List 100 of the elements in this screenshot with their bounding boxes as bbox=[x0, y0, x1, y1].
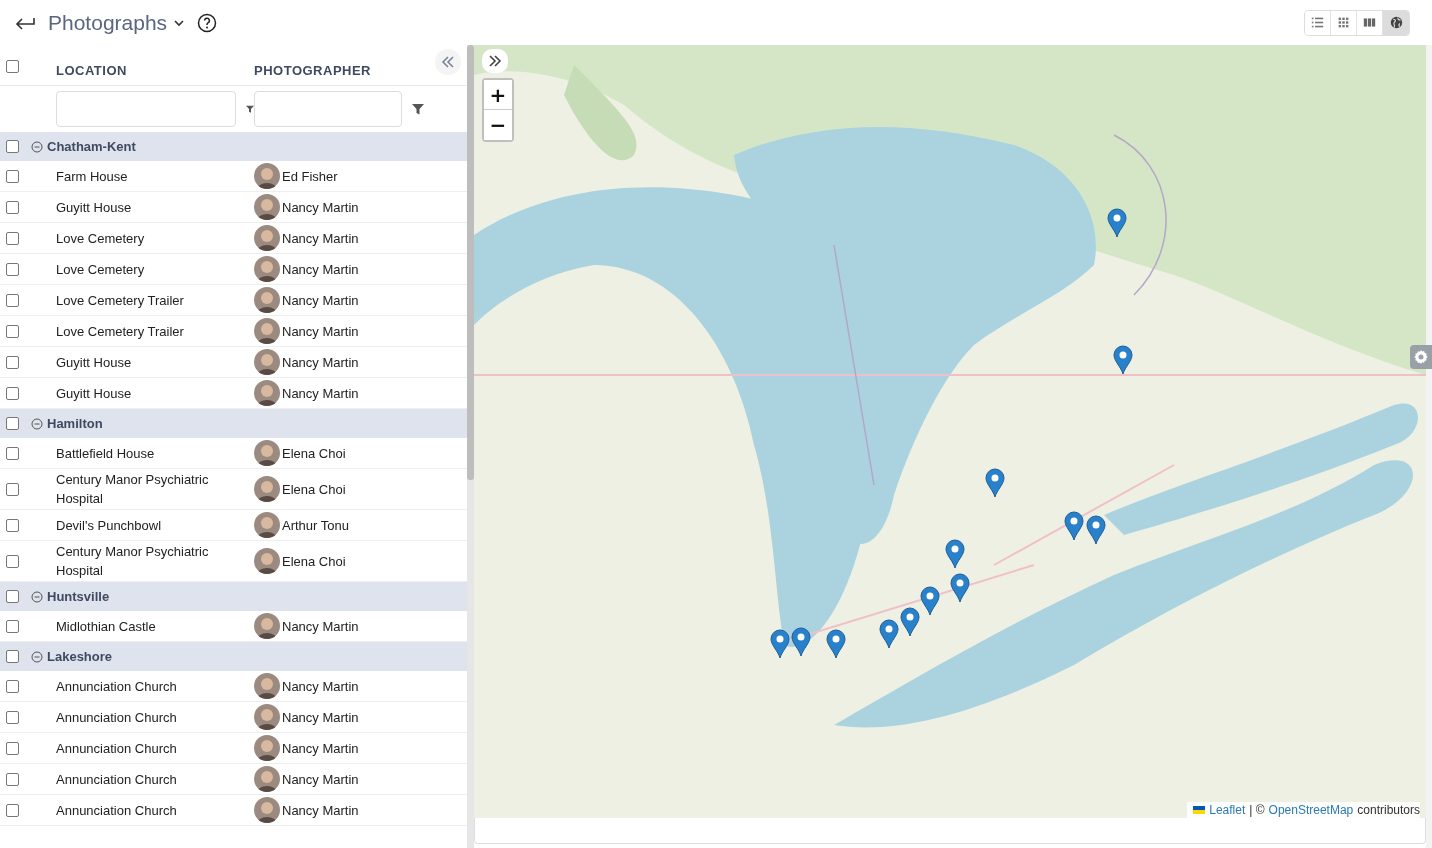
settings-button[interactable] bbox=[1410, 345, 1432, 369]
avatar bbox=[254, 673, 280, 699]
table-cell-text: Guyitt House bbox=[55, 353, 133, 372]
checkbox[interactable] bbox=[6, 650, 19, 663]
checkbox[interactable] bbox=[6, 140, 19, 153]
scrollbar-thumb[interactable] bbox=[467, 45, 474, 480]
map-marker-icon[interactable] bbox=[945, 539, 965, 569]
map-marker-icon[interactable] bbox=[985, 468, 1005, 498]
column-header[interactable]: PHOTOGRAPHER bbox=[254, 52, 404, 78]
collapse-icon[interactable] bbox=[31, 590, 43, 603]
group-name: Hamilton bbox=[47, 416, 103, 431]
photographer-name: Nancy Martin bbox=[282, 322, 359, 341]
map-marker-icon[interactable] bbox=[900, 607, 920, 637]
checkbox[interactable] bbox=[6, 772, 19, 786]
globe-icon bbox=[1389, 16, 1403, 29]
photographer-name: Arthur Tonu bbox=[282, 516, 349, 535]
filter-field[interactable] bbox=[56, 91, 236, 127]
checkbox[interactable] bbox=[6, 446, 19, 460]
map-marker-icon[interactable] bbox=[1107, 208, 1127, 238]
photographer-name: Nancy Martin bbox=[282, 260, 359, 279]
collapse-icon[interactable] bbox=[31, 650, 43, 663]
attribution-link[interactable]: Leaflet bbox=[1209, 803, 1246, 817]
checkbox[interactable] bbox=[6, 518, 19, 532]
group-name: Chatham-Kent bbox=[47, 139, 136, 154]
map-marker-icon[interactable] bbox=[920, 586, 940, 616]
expand-panel-button[interactable] bbox=[482, 49, 508, 73]
avatar bbox=[254, 512, 280, 538]
checkbox[interactable] bbox=[6, 200, 19, 214]
back-arrow-icon[interactable] bbox=[14, 15, 36, 30]
checkbox[interactable] bbox=[6, 355, 19, 369]
photographer-name: Nancy Martin bbox=[282, 770, 359, 789]
grid-icon bbox=[1337, 16, 1350, 29]
checkbox[interactable] bbox=[6, 262, 19, 276]
view-toggle-button[interactable] bbox=[1383, 10, 1409, 35]
avatar bbox=[254, 766, 280, 792]
avatar bbox=[254, 797, 280, 823]
checkbox[interactable] bbox=[6, 60, 19, 73]
photographer-name: Ed Fisher bbox=[282, 167, 338, 186]
avatar bbox=[254, 548, 280, 574]
columns-icon bbox=[1363, 16, 1376, 29]
help-icon[interactable] bbox=[197, 12, 218, 33]
checkbox[interactable] bbox=[6, 169, 19, 183]
photographer-name: Elena Choi bbox=[282, 444, 346, 463]
photographer-name: Elena Choi bbox=[282, 552, 346, 571]
attribution-link[interactable]: OpenStreetMap bbox=[1268, 803, 1354, 817]
photographer-name: Nancy Martin bbox=[282, 291, 359, 310]
collapse-panel-button[interactable] bbox=[435, 49, 461, 75]
checkbox[interactable] bbox=[6, 679, 19, 693]
map-marker-icon[interactable] bbox=[950, 573, 970, 603]
column-header[interactable]: LOCATION bbox=[42, 52, 254, 78]
table-cell-text: Annunciation Church bbox=[55, 739, 178, 758]
group-row[interactable]: Hamilton bbox=[0, 409, 467, 438]
table-cell-text: Love Cemetery bbox=[55, 260, 146, 279]
list-icon bbox=[1311, 16, 1324, 29]
title-dropdown[interactable]: Photographs bbox=[46, 10, 188, 35]
collapse-icon[interactable] bbox=[31, 140, 43, 153]
map-marker-icon[interactable] bbox=[826, 629, 846, 659]
checkbox[interactable] bbox=[6, 803, 19, 817]
collapse-icon[interactable] bbox=[31, 417, 43, 430]
table-cell-text: Annunciation Church bbox=[55, 677, 178, 696]
checkbox[interactable] bbox=[6, 619, 19, 633]
attribution-text: | © bbox=[1249, 803, 1265, 817]
table-cell-text: Annunciation Church bbox=[55, 708, 178, 727]
map-marker-icon[interactable] bbox=[879, 619, 899, 649]
table-cell-text: Century Manor Psychiatric Hospital bbox=[55, 471, 210, 508]
group-name: Lakeshore bbox=[47, 649, 113, 664]
checkbox[interactable] bbox=[6, 324, 19, 338]
photographer-name: Nancy Martin bbox=[282, 801, 359, 820]
checkbox[interactable] bbox=[6, 710, 19, 724]
table-cell-text: Battlefield House bbox=[55, 444, 156, 463]
checkbox[interactable] bbox=[6, 554, 19, 568]
table-cell-text: Century Manor Psychiatric Hospital bbox=[55, 543, 210, 580]
group-row[interactable]: Lakeshore bbox=[0, 642, 467, 671]
checkbox[interactable] bbox=[6, 231, 19, 245]
photographer-name: Nancy Martin bbox=[282, 708, 359, 727]
attribution-text: contributors bbox=[1357, 803, 1420, 817]
map-marker-icon[interactable] bbox=[1086, 515, 1106, 545]
checkbox[interactable] bbox=[6, 293, 19, 307]
checkbox[interactable] bbox=[6, 590, 19, 603]
checkbox[interactable] bbox=[6, 417, 19, 430]
map-marker-icon[interactable] bbox=[770, 629, 790, 659]
filter-icon[interactable] bbox=[412, 103, 424, 115]
group-row[interactable]: Huntsville bbox=[0, 582, 467, 611]
map-marker-icon[interactable] bbox=[1064, 511, 1084, 541]
table-cell-text: Devil's Punchbowl bbox=[55, 516, 163, 535]
map-marker-icon[interactable] bbox=[791, 627, 811, 657]
group-name: Huntsville bbox=[47, 589, 110, 604]
avatar bbox=[254, 287, 280, 313]
checkbox[interactable] bbox=[6, 741, 19, 755]
view-toggle-button[interactable] bbox=[1305, 10, 1331, 35]
filter-field[interactable] bbox=[254, 91, 402, 127]
double-chevron-left-icon bbox=[441, 56, 455, 68]
photographer-name: Nancy Martin bbox=[282, 229, 359, 248]
map-marker-icon[interactable] bbox=[1113, 345, 1133, 375]
table-cell-text: Love Cemetery Trailer bbox=[55, 322, 185, 341]
group-row[interactable]: Chatham-Kent bbox=[0, 132, 467, 161]
zoom-in-button[interactable]: + bbox=[484, 80, 512, 110]
table-cell-text: Annunciation Church bbox=[55, 801, 178, 820]
checkbox[interactable] bbox=[6, 386, 19, 400]
checkbox[interactable] bbox=[6, 482, 19, 496]
